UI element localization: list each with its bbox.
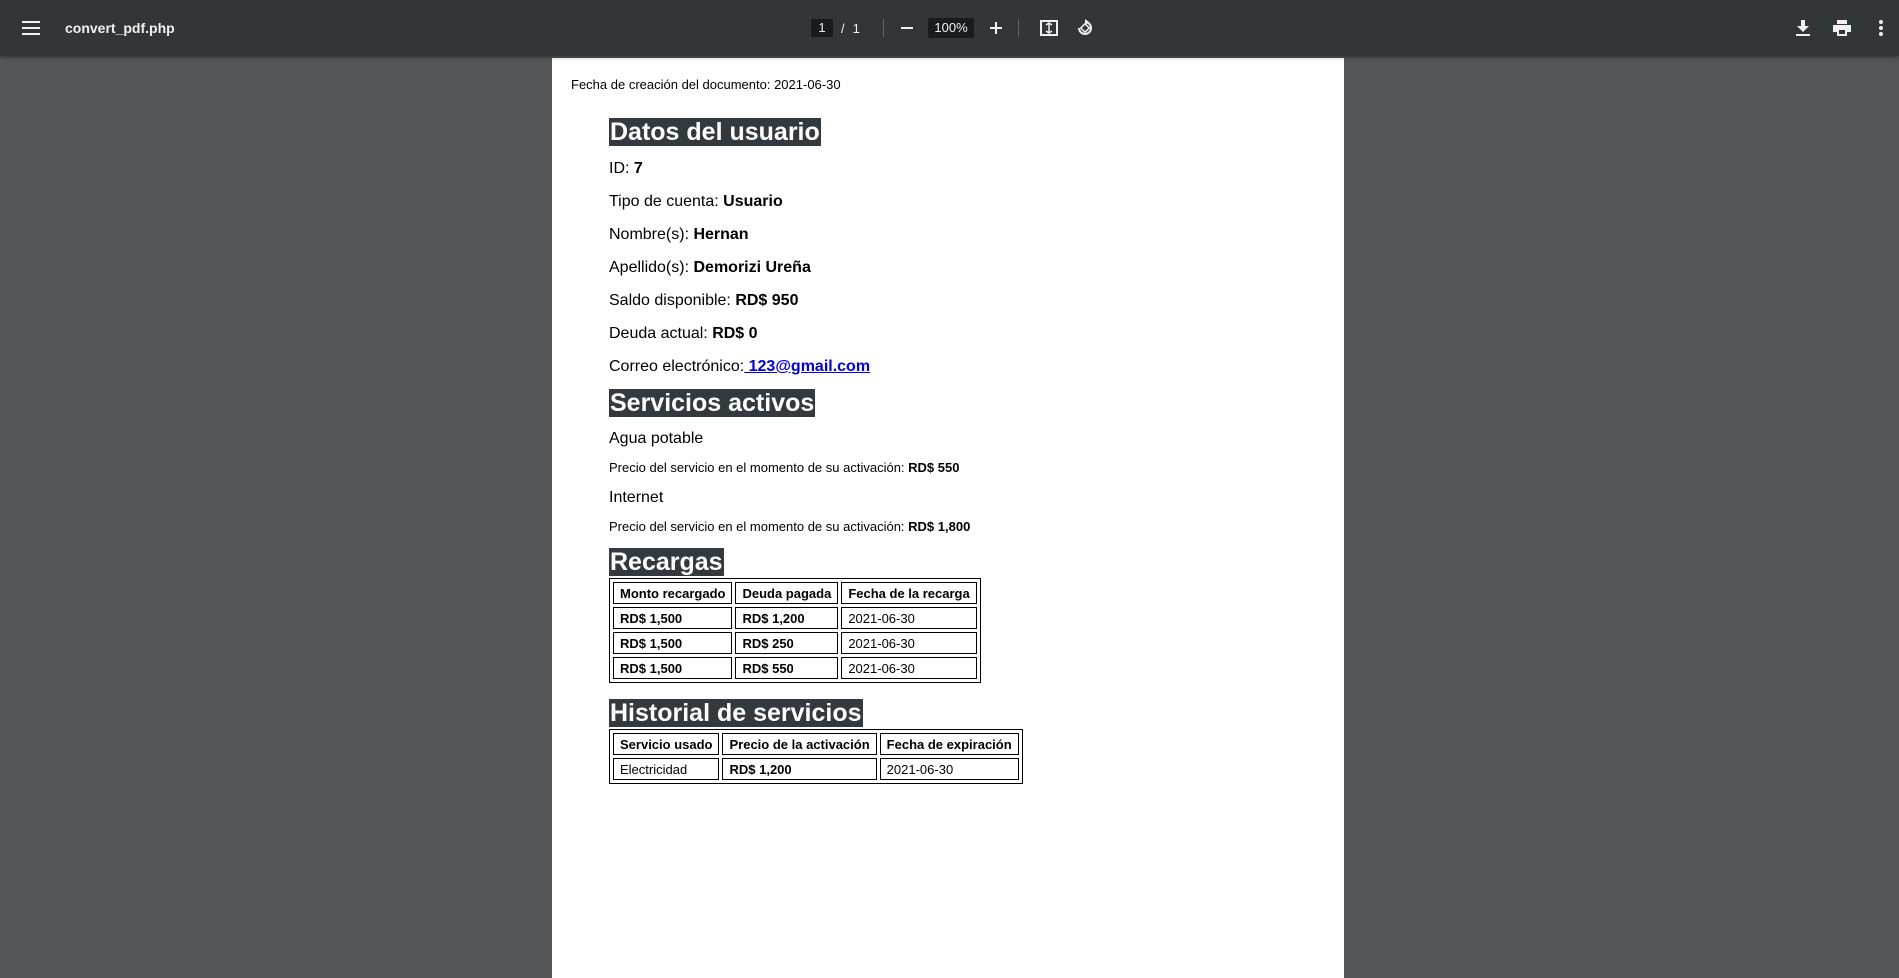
user-fields: ID: 7 Tipo de cuenta: Usuario Nombre(s): H…: [609, 159, 1309, 344]
service-name: Internet: [609, 489, 664, 506]
email-link[interactable]: 123@gmail.com: [744, 358, 870, 375]
pdf-page: Fecha de creación del documento: 2021-06…: [552, 58, 1344, 978]
fit-to-page-icon: [1040, 20, 1058, 36]
table-cell: RD$ 1,500: [613, 657, 733, 679]
user-field-label: Deuda actual:: [609, 325, 713, 342]
table-header-cell: Precio de la activación: [722, 733, 877, 755]
user-field-value: RD$ 0: [712, 325, 758, 342]
user-section-title: Datos del usuario: [609, 118, 821, 146]
user-field-value: Usuario: [723, 193, 783, 210]
table-cell: RD$ 1,200: [722, 758, 877, 780]
print-icon: [1833, 20, 1851, 36]
user-field-value: Hernan: [693, 226, 749, 243]
table-header-cell: Monto recargado: [613, 582, 733, 604]
plus-icon: [990, 22, 1002, 34]
recharges-table: Monto recargado Deuda pagada Fecha de la r…: [609, 578, 981, 683]
page-separator: /: [841, 20, 845, 36]
services-list: Agua potable Precio del servicio en el mo…: [609, 429, 1309, 535]
table-cell: RD$ 1,500: [613, 607, 733, 629]
file-title: convert_pdf.php: [65, 20, 175, 36]
page-number-input[interactable]: 1: [811, 19, 833, 37]
table-header-cell: Servicio usado: [613, 733, 720, 755]
pdf-toolbar: convert_pdf.php 1 / 1 100%: [0, 0, 1899, 56]
zoom-input[interactable]: 100%: [928, 18, 974, 38]
services-section-title: Servicios activos: [609, 389, 816, 417]
service-price-value: RD$ 550: [908, 460, 960, 475]
user-field: ID: 7: [609, 159, 1309, 179]
table-row: RD$ 1,500 RD$ 550 2021-06-30: [613, 657, 977, 679]
table-cell: RD$ 550: [735, 657, 839, 679]
service-price-label: Precio del servicio en el momento de su …: [609, 519, 909, 534]
table-header-row: Monto recargado Deuda pagada Fecha de la r…: [613, 582, 977, 604]
table-cell: RD$ 1,200: [735, 607, 839, 629]
table-row: RD$ 1,500 RD$ 250 2021-06-30: [613, 632, 977, 654]
download-icon: [1796, 20, 1810, 36]
table-cell: RD$ 250: [735, 632, 839, 654]
table-header-cell: Fecha de expiración: [879, 733, 1019, 755]
creation-date: Fecha de creación del documento: 2021-06…: [571, 77, 841, 92]
menu-icon[interactable]: [11, 8, 51, 48]
email-label: Correo electrónico:: [609, 358, 745, 375]
table-cell: 2021-06-30: [879, 758, 1019, 780]
email-field: Correo electrónico: 123@gmail.com: [609, 357, 1309, 377]
more-vertical-icon: [1879, 20, 1883, 36]
table-cell: 2021-06-30: [841, 607, 977, 629]
download-button[interactable]: [1783, 8, 1823, 48]
table-row: RD$ 1,500 RD$ 1,200 2021-06-30: [613, 607, 977, 629]
toolbar-divider: [1018, 19, 1019, 37]
table-cell: RD$ 1,500: [613, 632, 733, 654]
user-field: Saldo disponible: RD$ 950: [609, 291, 1309, 311]
user-field-label: ID:: [609, 160, 634, 177]
user-field: Tipo de cuenta: Usuario: [609, 192, 1309, 212]
fit-to-page-button[interactable]: [1029, 8, 1069, 48]
service-price-value: RD$ 1,800: [908, 519, 971, 534]
user-field: Deuda actual: RD$ 0: [609, 324, 1309, 344]
user-field-label: Nombre(s):: [609, 226, 694, 243]
user-field: Nombre(s): Hernan: [609, 225, 1309, 245]
user-field-label: Apellido(s):: [609, 259, 694, 276]
zoom-in-button[interactable]: [976, 8, 1016, 48]
print-button[interactable]: [1822, 8, 1862, 48]
recharges-section-title: Recargas: [609, 548, 724, 576]
more-options-button[interactable]: [1861, 8, 1899, 48]
user-field-label: Tipo de cuenta:: [609, 193, 724, 210]
document-content: Datos del usuario ID: 7 Tipo de cuenta: U…: [609, 118, 1309, 784]
user-field-value: 7: [633, 160, 643, 177]
table-cell: 2021-06-30: [841, 632, 977, 654]
service-name: Agua potable: [609, 430, 704, 447]
page-total: 1: [852, 20, 860, 36]
rotate-button[interactable]: [1065, 8, 1105, 48]
user-field-value: Demorizi Ureña: [693, 259, 811, 276]
service-price: Precio del servicio en el momento de su …: [609, 519, 1309, 535]
zoom-out-button[interactable]: [887, 8, 927, 48]
rotate-icon: [1078, 19, 1092, 35]
service-price: Precio del servicio en el momento de su …: [609, 460, 1309, 476]
table-header-cell: Fecha de la recarga: [841, 582, 977, 604]
user-field-value: RD$ 950: [735, 292, 799, 309]
history-table: Servicio usado Precio de la activación Fec…: [609, 729, 1023, 784]
toolbar-divider: [883, 19, 884, 37]
table-row: Electricidad RD$ 1,200 2021-06-30: [613, 758, 1019, 780]
service-price-label: Precio del servicio en el momento de su …: [609, 460, 909, 475]
minus-icon: [901, 27, 913, 29]
history-section-title: Historial de servicios: [609, 699, 863, 727]
table-header-row: Servicio usado Precio de la activación Fec…: [613, 733, 1019, 755]
table-cell: Electricidad: [613, 758, 720, 780]
table-cell: 2021-06-30: [841, 657, 977, 679]
table-header-cell: Deuda pagada: [735, 582, 839, 604]
page-selector: 1 / 1: [811, 0, 860, 56]
user-field: Apellido(s): Demorizi Ureña: [609, 258, 1309, 278]
menu-button[interactable]: [11, 0, 51, 56]
user-field-label: Saldo disponible:: [609, 292, 736, 309]
